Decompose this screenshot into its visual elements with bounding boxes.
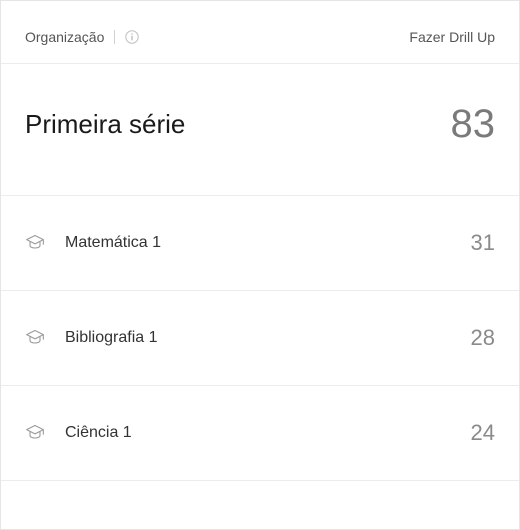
list-item-value: 28	[471, 325, 495, 351]
list-item[interactable]: Ciência 1 24	[1, 386, 519, 481]
graduation-cap-icon	[25, 423, 45, 443]
organization-label: Organização	[25, 29, 104, 45]
graduation-cap-icon	[25, 233, 45, 253]
list-item-label: Ciência 1	[65, 424, 132, 442]
list-item-left: Bibliografia 1	[25, 328, 158, 348]
header-divider	[114, 30, 115, 44]
panel-header: Organização Fazer Drill Up	[1, 1, 519, 64]
graduation-cap-icon	[25, 328, 45, 348]
list-item-value: 24	[471, 420, 495, 446]
list-item[interactable]: Bibliografia 1 28	[1, 291, 519, 386]
info-icon[interactable]	[125, 30, 139, 44]
header-left: Organização	[25, 29, 139, 45]
summary-row[interactable]: Primeira série 83	[1, 64, 519, 196]
list-item-left: Matemática 1	[25, 233, 161, 253]
list-item-value: 31	[471, 230, 495, 256]
list-item[interactable]: Matemática 1 31	[1, 196, 519, 291]
summary-value: 83	[451, 102, 496, 147]
summary-title: Primeira série	[25, 109, 185, 140]
drill-up-link[interactable]: Fazer Drill Up	[409, 29, 495, 45]
list-item-label: Bibliografia 1	[65, 329, 158, 347]
list-item-left: Ciência 1	[25, 423, 132, 443]
list-item-label: Matemática 1	[65, 234, 161, 252]
panel: Organização Fazer Drill Up Primeira séri…	[0, 0, 520, 530]
